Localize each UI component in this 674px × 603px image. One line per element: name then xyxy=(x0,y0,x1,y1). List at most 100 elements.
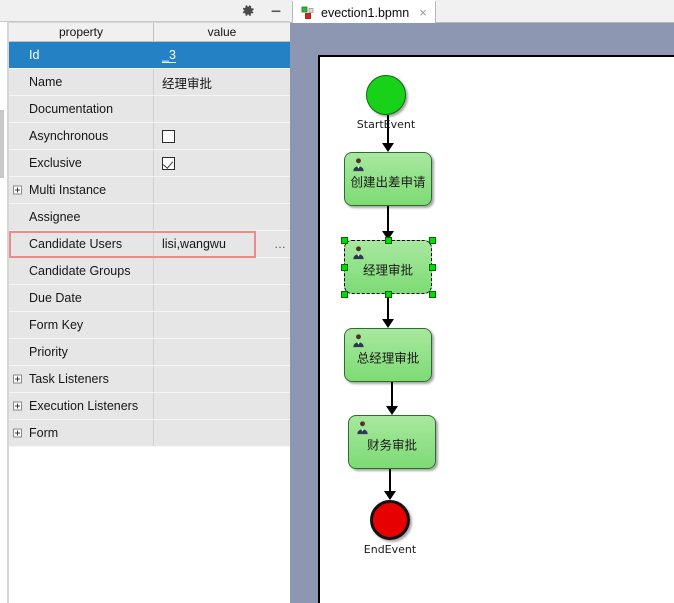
property-name-cell[interactable]: Candidate Users xyxy=(9,231,154,257)
property-label: Task Listeners xyxy=(29,372,109,386)
selection-handle[interactable] xyxy=(428,263,436,271)
property-grid: property value Id _3 Name 经理审批 Documentation… xyxy=(8,22,290,603)
property-value-cell[interactable] xyxy=(154,150,290,176)
property-row[interactable]: Assignee xyxy=(9,204,290,231)
bpmn-start-event[interactable] xyxy=(366,75,406,115)
property-value-cell[interactable]: 经理审批 xyxy=(154,69,290,95)
property-name-cell[interactable]: Form xyxy=(9,420,154,446)
property-value-cell[interactable] xyxy=(154,339,290,365)
property-row[interactable]: Due Date xyxy=(9,285,290,312)
checkbox-checked[interactable] xyxy=(162,156,175,170)
property-label: Id xyxy=(29,48,40,62)
sequence-flow-start-to-task1-arrowhead xyxy=(382,143,394,152)
expand-plus-icon[interactable] xyxy=(13,401,22,411)
property-name-cell[interactable]: Multi Instance xyxy=(9,177,154,203)
sequence-flow-task4-to-end[interactable] xyxy=(389,469,391,493)
property-row[interactable]: Documentation xyxy=(9,96,290,123)
property-value-cell[interactable] xyxy=(154,96,290,122)
property-name-cell[interactable]: Exclusive xyxy=(9,150,154,176)
sequence-flow-task2-to-task3[interactable] xyxy=(387,294,389,321)
property-name-cell[interactable]: Priority xyxy=(9,339,154,365)
property-row[interactable]: Execution Listeners xyxy=(9,393,290,420)
property-name-cell[interactable]: Assignee xyxy=(9,204,154,230)
property-value-cell[interactable]: _3 xyxy=(154,42,290,68)
tab-evection1-bpmn[interactable]: evection1.bpmn × xyxy=(292,0,436,23)
bpmn-diagram: StartEvent 创建出差申请 经理审批 总经理审批 财务审批 EndEvent xyxy=(320,57,674,603)
property-value-cell[interactable] xyxy=(154,285,290,311)
panel-scroll-marker[interactable] xyxy=(0,110,4,178)
canvas-viewport[interactable]: StartEvent创建出差申请经理审批总经理审批财务审批EndEvent CS… xyxy=(290,23,674,603)
property-name-cell[interactable]: Documentation xyxy=(9,96,154,122)
properties-panel-titlebar xyxy=(0,0,290,22)
property-row[interactable]: Id _3 xyxy=(9,42,290,69)
selection-handle[interactable] xyxy=(428,236,436,244)
property-label: Form Key xyxy=(29,318,84,332)
property-name-cell[interactable]: Task Listeners xyxy=(9,366,154,392)
minimize-icon[interactable] xyxy=(268,3,284,19)
property-name-cell[interactable]: Candidate Groups xyxy=(9,258,154,284)
bpmn-user-task[interactable]: 经理审批 xyxy=(344,240,432,294)
property-value-cell[interactable] xyxy=(154,393,290,419)
property-value-cell[interactable] xyxy=(154,366,290,392)
property-label: Exclusive xyxy=(29,156,82,170)
column-header-property[interactable]: property xyxy=(9,23,154,41)
diagram-canvas[interactable]: StartEvent创建出差申请经理审批总经理审批财务审批EndEvent CS… xyxy=(318,55,674,603)
property-value-text: 经理审批 xyxy=(162,76,213,91)
property-row[interactable]: Exclusive xyxy=(9,150,290,177)
checkbox-unchecked[interactable] xyxy=(162,129,175,143)
expand-plus-icon[interactable] xyxy=(13,185,22,195)
open-editor-ellipsis-button[interactable]: ... xyxy=(274,237,286,251)
close-icon[interactable]: × xyxy=(419,6,427,19)
property-row[interactable]: Asynchronous xyxy=(9,123,290,150)
selection-handle[interactable] xyxy=(428,290,436,298)
property-name-cell[interactable]: Due Date xyxy=(9,285,154,311)
property-row[interactable]: Candidate Groups xyxy=(9,258,290,285)
sequence-flow-task4-to-end-arrowhead xyxy=(384,491,396,500)
property-row[interactable]: Form xyxy=(9,420,290,447)
selection-handle[interactable] xyxy=(384,236,392,244)
property-value-cell[interactable]: lisi,wangwu xyxy=(154,231,290,257)
bpmn-file-icon xyxy=(301,6,315,20)
expand-plus-icon[interactable] xyxy=(13,428,22,438)
property-value-cell[interactable] xyxy=(154,312,290,338)
property-row[interactable]: Candidate Users lisi,wangwu... xyxy=(9,231,290,258)
property-value-cell[interactable] xyxy=(154,177,290,203)
property-row[interactable]: Multi Instance xyxy=(9,177,290,204)
selection-handle[interactable] xyxy=(384,290,392,298)
expand-plus-icon[interactable] xyxy=(13,374,22,384)
selection-handle[interactable] xyxy=(340,236,348,244)
sequence-flow-task3-to-task4[interactable] xyxy=(391,382,393,408)
property-value-cell[interactable] xyxy=(154,123,290,149)
bpmn-end-event[interactable] xyxy=(370,500,410,540)
bpmn-user-task[interactable]: 总经理审批 xyxy=(344,328,432,382)
property-label: Documentation xyxy=(29,102,114,116)
property-name-cell[interactable]: Name xyxy=(9,69,154,95)
property-name-cell[interactable]: Form Key xyxy=(9,312,154,338)
task-label: 经理审批 xyxy=(362,262,413,278)
property-value-cell[interactable] xyxy=(154,420,290,446)
property-name-cell[interactable]: Asynchronous xyxy=(9,123,154,149)
task-label: 创建出差申请 xyxy=(350,174,426,190)
property-name-cell[interactable]: Id xyxy=(9,42,154,68)
property-value-cell[interactable] xyxy=(154,204,290,230)
property-label: Candidate Users xyxy=(29,237,123,251)
property-value-cell[interactable] xyxy=(154,258,290,284)
property-name-cell[interactable]: Execution Listeners xyxy=(9,393,154,419)
bpmn-user-task[interactable]: 创建出差申请 xyxy=(344,152,432,206)
user-task-icon xyxy=(355,420,370,435)
property-row[interactable]: Task Listeners xyxy=(9,366,290,393)
selection-handle[interactable] xyxy=(340,290,348,298)
selection-handle[interactable] xyxy=(340,263,348,271)
user-task-icon xyxy=(351,333,366,348)
sequence-flow-task2-to-task3-arrowhead xyxy=(382,319,394,328)
task-label: 总经理审批 xyxy=(356,350,420,366)
tab-title: evection1.bpmn xyxy=(321,5,410,20)
property-label: Name xyxy=(29,75,63,89)
gear-icon[interactable] xyxy=(240,3,256,19)
sequence-flow-task1-to-task2[interactable] xyxy=(387,206,389,233)
column-header-value[interactable]: value xyxy=(154,23,290,41)
property-row[interactable]: Name 经理审批 xyxy=(9,69,290,96)
bpmn-user-task[interactable]: 财务审批 xyxy=(348,415,436,469)
property-row[interactable]: Priority xyxy=(9,339,290,366)
property-row[interactable]: Form Key xyxy=(9,312,290,339)
